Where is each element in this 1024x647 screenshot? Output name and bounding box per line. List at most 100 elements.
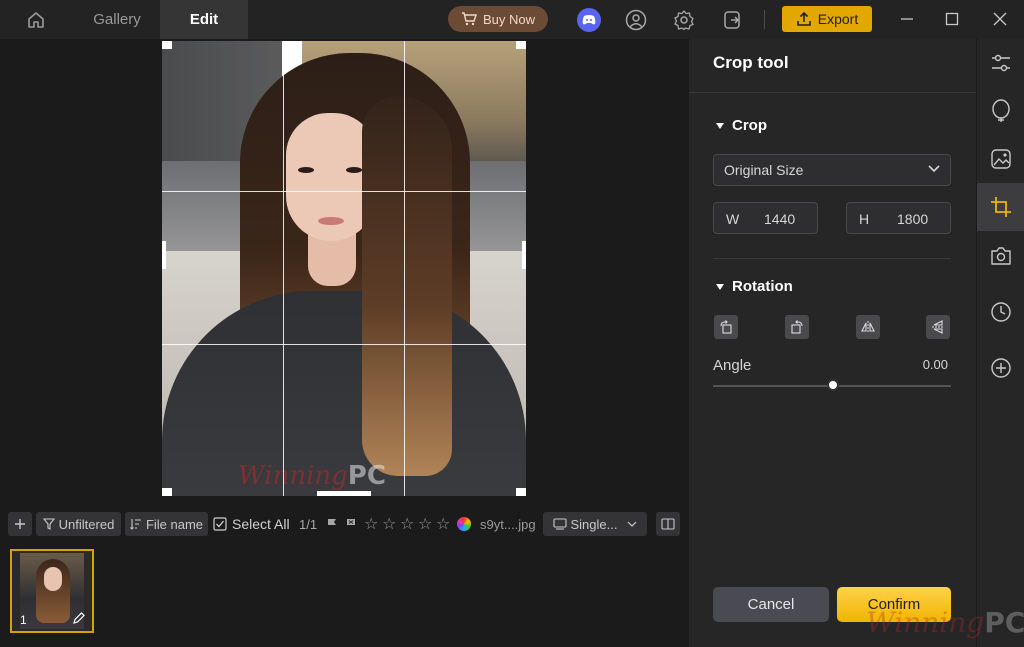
minimize-button[interactable] (892, 6, 922, 32)
crop-handle-top-left[interactable] (162, 41, 172, 49)
rotate-right-button[interactable] (785, 315, 809, 339)
thumbnail-item[interactable]: 1 (10, 549, 94, 633)
reject-flag-icon (347, 519, 355, 529)
crop-section-header[interactable]: Crop (716, 117, 767, 134)
toolbar-divider (764, 10, 765, 29)
compare-button[interactable] (656, 512, 680, 536)
close-button[interactable] (985, 6, 1015, 32)
height-label: H (859, 211, 870, 227)
crop-section-label: Crop (732, 117, 767, 134)
rotation-section-header[interactable]: Rotation (716, 278, 793, 295)
buy-now-label: Buy Now (482, 11, 536, 27)
filter-label: Unfiltered (58, 516, 115, 532)
view-mode-select[interactable]: Single... (543, 512, 647, 536)
flag-button[interactable] (326, 512, 338, 536)
thumbnail-index: 1 (20, 613, 27, 627)
tab-gallery[interactable]: Gallery (78, 0, 156, 39)
rating-star-icon[interactable]: ☆ (400, 514, 414, 534)
reject-flag-button[interactable] (345, 512, 357, 536)
rating-star-icon[interactable]: ☆ (364, 514, 378, 534)
home-button[interactable] (18, 7, 54, 33)
crop-handle-right[interactable] (522, 241, 526, 269)
rating-star-icon[interactable]: ☆ (418, 514, 432, 534)
camera-icon (991, 247, 1011, 265)
settings-button[interactable] (671, 7, 697, 33)
color-label-icon[interactable] (457, 517, 471, 531)
export-label: Export (817, 11, 859, 27)
panel-title: Crop tool (713, 53, 789, 72)
rotate-left-icon (720, 320, 732, 334)
image-canvas[interactable]: WinningPC (0, 39, 688, 499)
rotation-section-label: Rotation (732, 278, 793, 295)
view-mode-icon (552, 518, 567, 530)
tool-rail (976, 39, 1024, 647)
crop-handle-left[interactable] (162, 241, 166, 269)
crop-tool-button[interactable] (977, 183, 1024, 231)
crop-handle-bottom-right[interactable] (516, 488, 526, 496)
history-tool-button[interactable] (977, 288, 1024, 336)
chevron-down-icon (928, 165, 940, 173)
select-all-checkbox[interactable]: Select All (213, 512, 290, 536)
sort-button[interactable]: File name (125, 512, 208, 536)
crop-handle-bottom-left[interactable] (162, 488, 172, 496)
account-button[interactable] (623, 7, 649, 33)
minimize-icon (901, 18, 913, 20)
retouch-tool-button[interactable] (977, 87, 1024, 135)
crop-icon (991, 197, 1011, 217)
sign-in-button[interactable] (720, 7, 746, 33)
compare-icon (661, 518, 675, 530)
add-button[interactable] (8, 512, 32, 536)
rotate-right-icon (791, 320, 803, 334)
gear-icon (674, 10, 694, 31)
caret-down-icon (716, 122, 724, 129)
checkbox-icon (213, 517, 227, 531)
flip-horizontal-icon (861, 321, 875, 333)
aspect-ratio-select[interactable]: Original Size (713, 154, 951, 186)
flag-icon (328, 519, 336, 529)
width-field[interactable]: W 1440 (713, 202, 818, 234)
flip-horizontal-button[interactable] (856, 315, 880, 339)
rating-star-icon[interactable]: ☆ (382, 514, 396, 534)
add-tool-button[interactable] (977, 344, 1024, 392)
discord-icon (577, 8, 601, 32)
export-button[interactable]: Export (782, 6, 872, 32)
filter-icon (42, 518, 55, 530)
edited-pencil-icon (73, 612, 85, 624)
divider (689, 92, 977, 93)
maximize-icon (945, 12, 959, 26)
rotate-left-button[interactable] (714, 315, 738, 339)
selection-count: 1/1 (299, 516, 318, 532)
adjust-tool-button[interactable] (977, 39, 1024, 87)
buy-now-button[interactable]: Buy Now (448, 6, 548, 32)
height-field[interactable]: H 1800 (846, 202, 951, 234)
filter-button[interactable]: Unfiltered (36, 512, 121, 536)
crop-grid-line (283, 41, 284, 496)
effects-tool-button[interactable] (977, 135, 1024, 183)
crop-handle-top-right[interactable] (516, 41, 526, 49)
file-name: s9yt....jpg (480, 516, 536, 532)
export-icon (796, 11, 811, 26)
angle-slider-handle[interactable] (827, 379, 839, 391)
cancel-button[interactable]: Cancel (713, 587, 829, 622)
title-bar: Gallery Edit Buy Now Export (0, 0, 1024, 39)
width-label: W (726, 211, 740, 227)
photo-preview[interactable]: WinningPC (162, 41, 526, 496)
camera-tool-button[interactable] (977, 232, 1024, 280)
adjust-sliders-icon (992, 54, 1010, 72)
discord-button[interactable] (576, 7, 602, 33)
rating-star-icon[interactable]: ☆ (436, 514, 450, 534)
user-icon (625, 9, 647, 31)
chevron-down-icon (628, 521, 637, 527)
maximize-button[interactable] (937, 6, 967, 32)
flip-vertical-button[interactable] (926, 315, 950, 339)
tab-edit[interactable]: Edit (160, 0, 248, 39)
aspect-ratio-value: Original Size (724, 162, 804, 178)
flip-vertical-icon (932, 320, 944, 334)
crop-handle-bottom[interactable] (317, 491, 371, 496)
divider (713, 258, 951, 259)
select-all-label: Select All (232, 516, 290, 532)
width-value: 1440 (764, 211, 796, 227)
watermark: WinningPC (238, 461, 386, 491)
close-icon (993, 12, 1007, 26)
corner-watermark: WinningPC (866, 606, 1024, 639)
